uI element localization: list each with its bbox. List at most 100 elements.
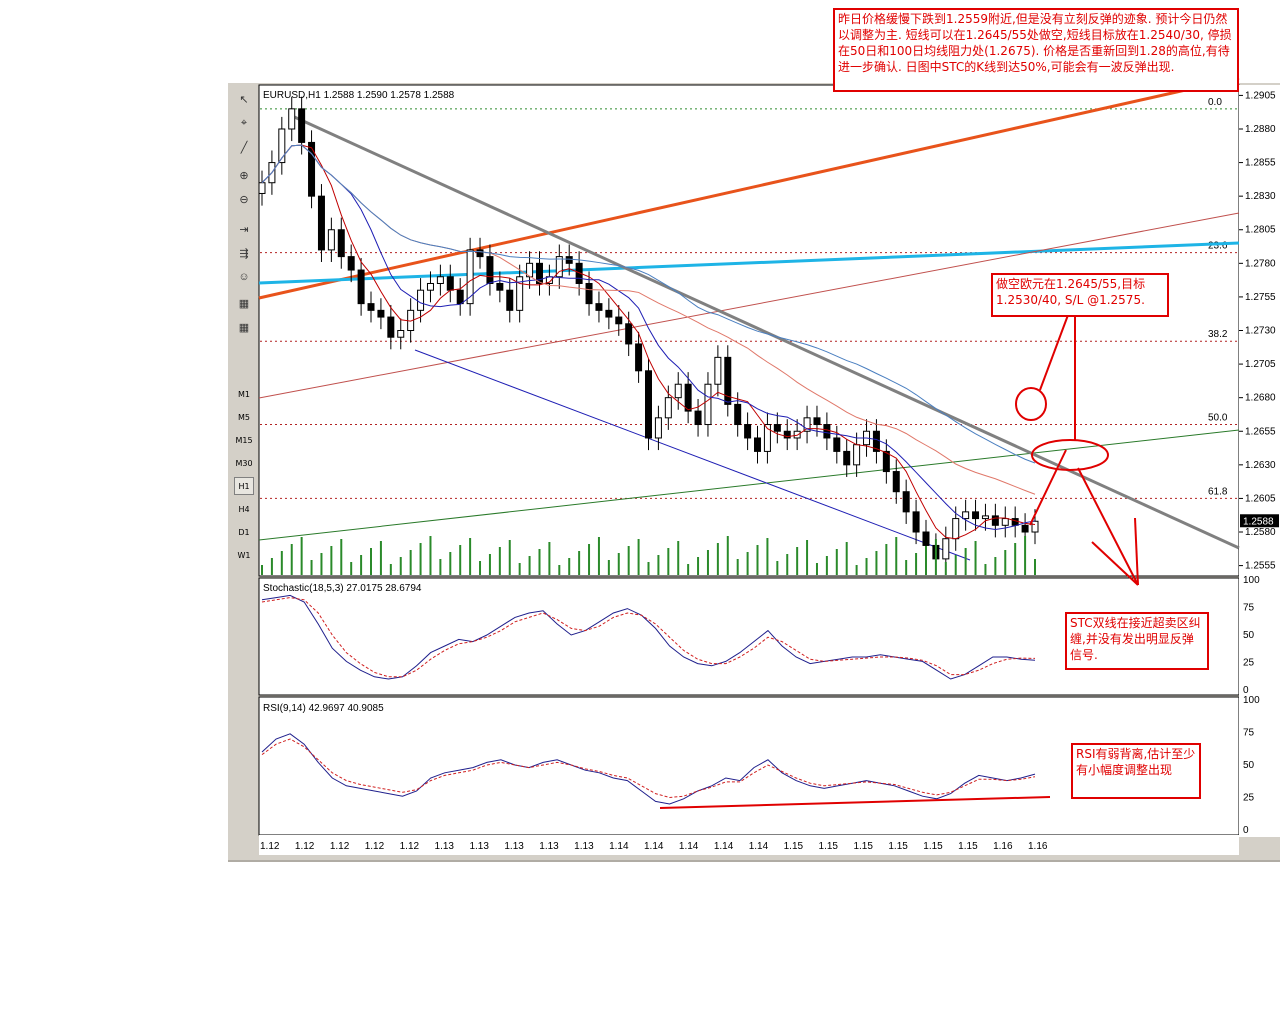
osc-tick-label: 0 — [1243, 825, 1249, 836]
price-tick-label: 1.2780 — [1245, 258, 1276, 269]
candle-body — [1011, 518, 1019, 526]
candle-body — [565, 256, 573, 264]
candle-body — [991, 515, 999, 526]
candle-body — [981, 515, 989, 520]
fib-level-label: 50.0 — [1208, 413, 1228, 424]
candle-body — [1021, 524, 1029, 533]
time-tick-label: 1.16 — [993, 841, 1013, 852]
candle-body — [664, 397, 672, 419]
fib-level-label: 0.0 — [1208, 97, 1222, 108]
osc-tick-label: 100 — [1243, 695, 1260, 706]
time-tick-label: 1.15 — [853, 841, 873, 852]
price-tick-label: 1.2805 — [1245, 225, 1276, 236]
time-tick-label: 1.12 — [365, 841, 385, 852]
candle-body — [823, 424, 831, 439]
candle-body — [1001, 518, 1009, 526]
candle-body — [674, 383, 682, 399]
candle-body — [962, 511, 970, 520]
candle-body — [902, 491, 910, 513]
candle-body — [317, 195, 325, 251]
time-tick-label: 1.15 — [784, 841, 804, 852]
time-tick-label: 1.15 — [958, 841, 978, 852]
time-tick-label: 1.15 — [819, 841, 839, 852]
time-tick-label: 1.14 — [749, 841, 769, 852]
candle-body — [754, 437, 762, 452]
candle-body — [605, 309, 613, 318]
last-price-label: 1.2588 — [1243, 516, 1274, 527]
osc-tick-label: 50 — [1243, 760, 1255, 771]
time-tick-label: 1.13 — [504, 841, 524, 852]
candle-body — [833, 437, 841, 452]
candle-body — [357, 269, 365, 305]
time-tick-label: 1.12 — [330, 841, 350, 852]
candle-body — [744, 424, 752, 439]
price-tick-label: 1.2880 — [1245, 124, 1276, 135]
trade-setup-note: 做空欧元在1.2645/55,目标1.2530/40, S/L @1.2575. — [991, 273, 1169, 317]
price-tick-label: 1.2855 — [1245, 158, 1276, 169]
price-tick-label: 1.2655 — [1245, 426, 1276, 437]
time-tick-label: 1.13 — [469, 841, 489, 852]
time-tick-label: 1.13 — [539, 841, 559, 852]
candle-body — [922, 531, 930, 546]
candle-body — [288, 108, 296, 130]
time-tick-label: 1.12 — [295, 841, 315, 852]
candle-body — [506, 289, 514, 311]
candle-body — [853, 444, 861, 466]
candle-body — [426, 282, 434, 291]
candle-body — [813, 417, 821, 426]
candle-body — [972, 511, 980, 520]
time-tick-label: 1.14 — [609, 841, 629, 852]
candle-body — [446, 276, 454, 291]
price-tick-label: 1.2555 — [1245, 561, 1276, 572]
price-pane-header: EURUSD,H1 1.2588 1.2590 1.2578 1.2588 — [263, 90, 455, 101]
candle-body — [337, 229, 345, 258]
time-tick-label: 1.15 — [888, 841, 908, 852]
price-tick-label: 1.2580 — [1245, 527, 1276, 538]
candle-body — [327, 229, 335, 251]
chart-area[interactable]: 0.023.638.250.061.8 EURUSD,H1 1.2588 1.2… — [0, 0, 1280, 1024]
candle-body — [298, 108, 306, 143]
price-pane — [258, 84, 1240, 577]
candle-body — [496, 282, 504, 291]
candle-body — [635, 343, 643, 372]
candle-body — [843, 450, 851, 466]
candle-body — [367, 303, 375, 311]
candle-body — [585, 282, 593, 305]
candle-body — [417, 289, 425, 311]
price-tick-label: 1.2705 — [1245, 359, 1276, 370]
osc-tick-label: 75 — [1243, 728, 1255, 739]
time-tick-label: 1.14 — [644, 841, 664, 852]
candle-body — [942, 538, 950, 560]
candle-body — [912, 511, 920, 533]
candle-body — [1031, 520, 1039, 533]
stochastic-note: STC双线在接近超卖区纠缠,并没有发出明显反弹信号. — [1065, 612, 1209, 670]
candle-body — [654, 417, 662, 439]
time-tick-label: 1.12 — [400, 841, 420, 852]
candle-body — [625, 323, 633, 345]
fib-level-label: 38.2 — [1208, 329, 1228, 340]
candle-body — [258, 182, 266, 194]
time-tick-label: 1.14 — [679, 841, 699, 852]
time-tick-label: 1.13 — [574, 841, 594, 852]
osc-tick-label: 25 — [1243, 793, 1255, 804]
candle-body — [486, 256, 494, 284]
candle-body — [377, 309, 385, 318]
candle-body — [793, 430, 801, 439]
time-tick-label: 1.15 — [923, 841, 943, 852]
candle-body — [476, 249, 484, 258]
osc-tick-label: 50 — [1243, 630, 1255, 641]
fib-level-label: 61.8 — [1208, 486, 1228, 497]
time-tick-label: 1.16 — [1028, 841, 1048, 852]
price-tick-label: 1.2830 — [1245, 191, 1276, 202]
candle-body — [645, 370, 652, 439]
candle-body — [595, 303, 603, 311]
price-tick-label: 1.2630 — [1245, 460, 1276, 471]
time-tick-label: 1.12 — [260, 841, 280, 852]
candle-body — [694, 410, 702, 426]
candle-body — [387, 316, 395, 338]
price-tick-label: 1.2605 — [1245, 493, 1276, 504]
rsi-note: RSI有弱背离,估计至少有小幅度调整出现 — [1071, 743, 1201, 799]
time-tick-label: 1.14 — [714, 841, 734, 852]
candle-body — [436, 276, 444, 284]
top-analysis-note: 昨日价格缓慢下跌到1.2559附近,但是没有立刻反弹的迹象. 预计今日仍然以调整… — [833, 8, 1239, 92]
